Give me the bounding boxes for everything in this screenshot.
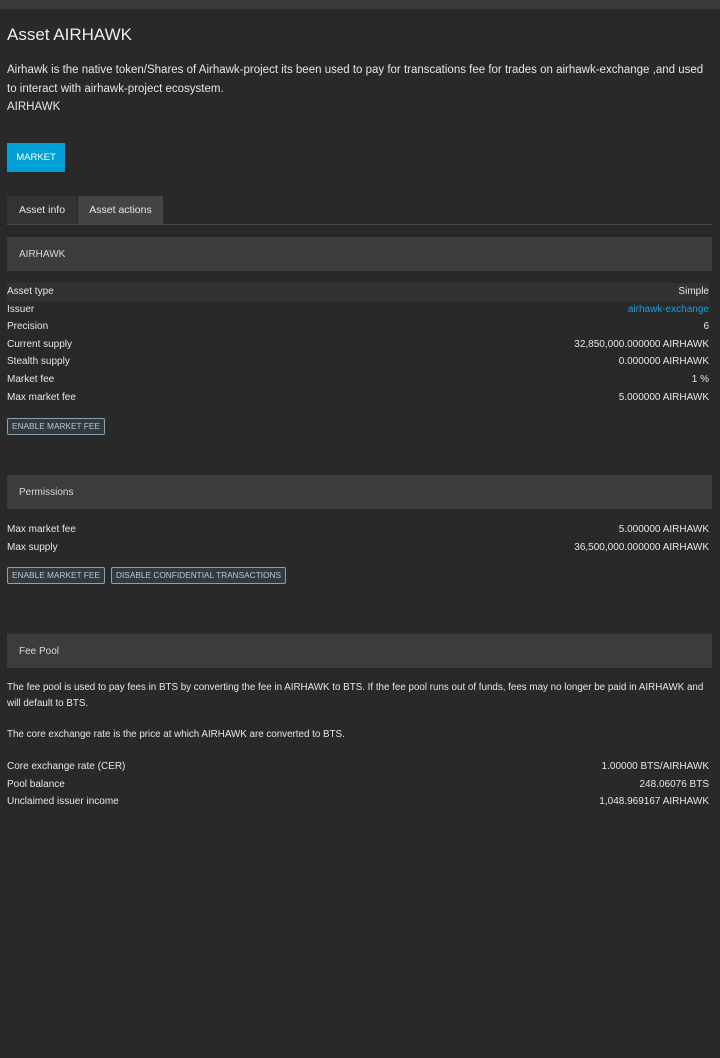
row-value: 6 (703, 321, 709, 333)
row-value: 0.000000 AIRHAWK (618, 356, 709, 368)
row-value: 1,048.969167 AIRHAWK (599, 796, 709, 808)
row-label: Core exchange rate (CER) (7, 761, 126, 772)
page-title: Asset AIRHAWK (7, 25, 133, 44)
market-button[interactable]: MARKET (7, 143, 65, 172)
table-row: Market fee 1 % (7, 371, 709, 389)
table-row: Unclaimed issuer income 1,048.969167 AIR… (7, 793, 709, 811)
permissions-section-title: Permissions (19, 486, 74, 498)
row-label: Asset type (7, 286, 54, 297)
table-row: Current supply 32,850,000.000000 AIRHAWK (7, 336, 709, 354)
top-bar (0, 0, 720, 9)
tab-bar: Asset info Asset actions (7, 196, 712, 225)
row-value: 5.000000 AIRHAWK (618, 524, 709, 535)
row-value: 1 % (691, 373, 709, 385)
fee-pool-section-title: Fee Pool (19, 645, 60, 657)
table-row: Pool balance 248.06076 BTS (7, 776, 709, 794)
table-row: Max market fee 5.000000 AIRHAWK (7, 521, 709, 539)
asset-section-header: AIRHAWK (7, 237, 712, 271)
row-value: Simple (678, 286, 709, 297)
table-row: Asset type Simple (7, 283, 709, 301)
row-value: 1.00000 BTS/AIRHAWK (601, 761, 709, 772)
row-label: Current supply (7, 338, 73, 350)
asset-info-table: Asset type Simple Issuer airhawk-exchang… (7, 283, 709, 406)
tab-asset-info[interactable]: Asset info (7, 196, 77, 224)
fee-pool-description: The fee pool is used to pay fees in BTS … (7, 682, 704, 709)
permission-disable-confidential-badge: DISABLE CONFIDENTIAL TRANSACTIONS (111, 567, 287, 584)
description-text: Airhawk is the native token/Shares of Ai… (7, 64, 704, 95)
permissions-section-header: Permissions (7, 475, 712, 509)
row-value: 32,850,000.000000 AIRHAWK (574, 338, 709, 350)
asset-symbol: AIRHAWK (7, 101, 61, 113)
fee-pool-section-header: Fee Pool (7, 634, 712, 668)
table-row: Precision 6 (7, 318, 709, 336)
row-label: Unclaimed issuer income (7, 796, 119, 808)
fee-pool-table: Core exchange rate (CER) 1.00000 BTS/AIR… (7, 758, 709, 811)
row-label: Max supply (7, 541, 58, 553)
asset-section-title: AIRHAWK (19, 248, 66, 260)
row-value: 36,500,000.000000 AIRHAWK (574, 541, 709, 553)
row-value: 248.06076 BTS (639, 778, 710, 790)
asset-description: Airhawk is the native token/Shares of Ai… (7, 61, 715, 117)
tab-asset-actions[interactable]: Asset actions (78, 196, 163, 224)
row-label: Max market fee (7, 524, 76, 535)
cer-description: The core exchange rate is the price at w… (7, 729, 345, 740)
enable-market-fee-badge: ENABLE MARKET FEE (7, 418, 105, 435)
issuer-link[interactable]: airhawk-exchange (628, 301, 709, 319)
row-label: Stealth supply (7, 356, 70, 368)
table-row: Core exchange rate (CER) 1.00000 BTS/AIR… (7, 758, 709, 776)
permissions-table: Max market fee 5.000000 AIRHAWK Max supp… (7, 521, 709, 556)
row-label: Market fee (7, 373, 55, 385)
table-row: Max market fee 5.000000 AIRHAWK (7, 389, 709, 407)
row-label: Max market fee (7, 391, 76, 403)
row-label: Issuer (7, 303, 35, 315)
row-value: 5.000000 AIRHAWK (618, 391, 709, 403)
table-row: Max supply 36,500,000.000000 AIRHAWK (7, 539, 709, 557)
permission-enable-market-fee-badge: ENABLE MARKET FEE (7, 567, 105, 584)
table-row: Issuer airhawk-exchange (7, 301, 709, 319)
table-row: Stealth supply 0.000000 AIRHAWK (7, 353, 709, 371)
row-label: Pool balance (7, 778, 65, 790)
row-label: Precision (7, 321, 49, 333)
